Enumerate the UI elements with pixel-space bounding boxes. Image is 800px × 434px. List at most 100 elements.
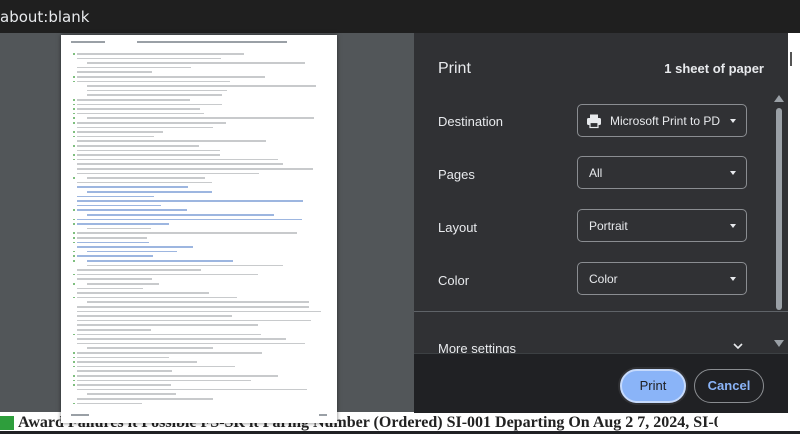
preview-mark xyxy=(73,365,75,368)
preview-text-line xyxy=(77,379,251,382)
background-mark xyxy=(790,52,792,66)
preview-text-line xyxy=(77,375,278,377)
preview-text-line xyxy=(77,53,244,55)
chevron-down-icon xyxy=(730,119,736,123)
preview-text-line xyxy=(77,126,213,129)
preview-text-line xyxy=(77,329,151,331)
preview-mark xyxy=(73,273,75,276)
preview-text-line xyxy=(77,103,222,106)
preview-text-line xyxy=(77,76,265,78)
pages-select[interactable]: All xyxy=(577,156,747,189)
preview-text-line xyxy=(87,301,309,303)
preview-text-line xyxy=(87,94,222,96)
preview-mark xyxy=(73,158,75,161)
preview-text-line xyxy=(77,168,313,170)
preview-text-line xyxy=(77,287,143,290)
preview-text-line xyxy=(77,112,204,115)
preview-mark xyxy=(73,241,75,244)
preview-text-line xyxy=(87,264,283,267)
preview-mark xyxy=(73,296,75,299)
preview-text-line xyxy=(77,163,283,165)
preview-text-line xyxy=(77,402,142,405)
preview-text-line xyxy=(87,191,212,193)
preview-mark xyxy=(73,260,75,262)
color-value: Color xyxy=(589,272,618,286)
preview-text-line xyxy=(87,214,274,216)
preview-text-line xyxy=(77,237,147,239)
preview-text-line xyxy=(77,365,235,368)
url-text[interactable]: about:blank xyxy=(0,8,89,26)
preview-text-line xyxy=(77,122,226,124)
preview-text-line xyxy=(87,260,233,262)
preview-text-line xyxy=(77,181,212,184)
destination-select[interactable]: Microsoft Print to PD xyxy=(577,104,747,137)
preview-text-line xyxy=(87,117,314,119)
preview-text-line xyxy=(77,223,169,225)
printer-icon xyxy=(587,114,601,129)
background-page-right-edge xyxy=(788,33,800,412)
preview-text-line xyxy=(77,388,307,391)
preview-mark xyxy=(73,131,75,133)
print-preview-area[interactable] xyxy=(0,33,414,423)
preview-mark xyxy=(73,76,75,78)
preview-mark xyxy=(73,53,75,55)
preview-text-line xyxy=(87,347,213,349)
preview-text-line xyxy=(77,149,220,152)
scrollbar-thumb[interactable] xyxy=(776,108,782,310)
preview-mark xyxy=(73,250,75,253)
preview-text-line xyxy=(77,398,213,400)
preview-text-line xyxy=(77,108,200,110)
preview-text-line xyxy=(77,384,171,386)
preview-text-line xyxy=(87,85,316,87)
preview-mark xyxy=(73,356,75,359)
preview-mark xyxy=(73,218,75,221)
preview-mark xyxy=(73,352,75,354)
preview-mark xyxy=(73,145,75,147)
color-select[interactable]: Color xyxy=(577,262,747,295)
preview-text-line xyxy=(77,333,261,336)
cancel-button[interactable]: Cancel xyxy=(694,369,764,403)
preview-text-line xyxy=(77,154,220,156)
preview-mark xyxy=(73,361,75,363)
chevron-down-icon xyxy=(730,277,736,281)
layout-label: Layout xyxy=(438,220,478,235)
preview-text-line xyxy=(87,250,177,253)
preview-text-line xyxy=(77,255,153,257)
preview-mark xyxy=(73,209,75,211)
scroll-up-arrow[interactable] xyxy=(774,95,784,102)
preview-text-line xyxy=(77,80,230,83)
preview-mark xyxy=(73,135,75,138)
preview-text-line xyxy=(77,145,199,147)
preview-text-line xyxy=(77,342,305,345)
preview-mark xyxy=(73,80,75,83)
preview-mark xyxy=(73,103,75,106)
destination-label: Destination xyxy=(438,114,504,129)
preview-text-line xyxy=(77,99,190,101)
layout-select[interactable]: Portrait xyxy=(577,209,747,242)
preview-text-line xyxy=(77,200,303,202)
print-button[interactable]: Print xyxy=(620,369,686,403)
preview-text-line xyxy=(87,62,305,64)
preview-text-line xyxy=(87,227,151,230)
preview-text-line xyxy=(77,140,266,142)
preview-text-line xyxy=(77,246,193,248)
settings-divider xyxy=(414,311,788,312)
preview-text-line xyxy=(77,131,163,133)
print-title: Print xyxy=(438,60,471,77)
preview-text-line xyxy=(87,283,159,285)
preview-text-line xyxy=(77,273,258,276)
chevron-down-icon[interactable] xyxy=(732,341,744,351)
preview-text-line xyxy=(77,232,297,234)
chevron-down-icon xyxy=(730,171,736,175)
preview-text-line xyxy=(77,310,321,313)
preview-mark xyxy=(73,108,75,110)
preview-text-line xyxy=(77,186,188,188)
scroll-down-arrow[interactable] xyxy=(774,340,784,347)
preview-text-line xyxy=(87,393,176,395)
preview-mark xyxy=(73,99,75,101)
preview-mark xyxy=(73,283,75,285)
layout-value: Portrait xyxy=(589,219,628,233)
preview-text-line xyxy=(77,306,309,308)
sheet-footer-left xyxy=(71,414,89,416)
preview-mark xyxy=(73,112,75,115)
